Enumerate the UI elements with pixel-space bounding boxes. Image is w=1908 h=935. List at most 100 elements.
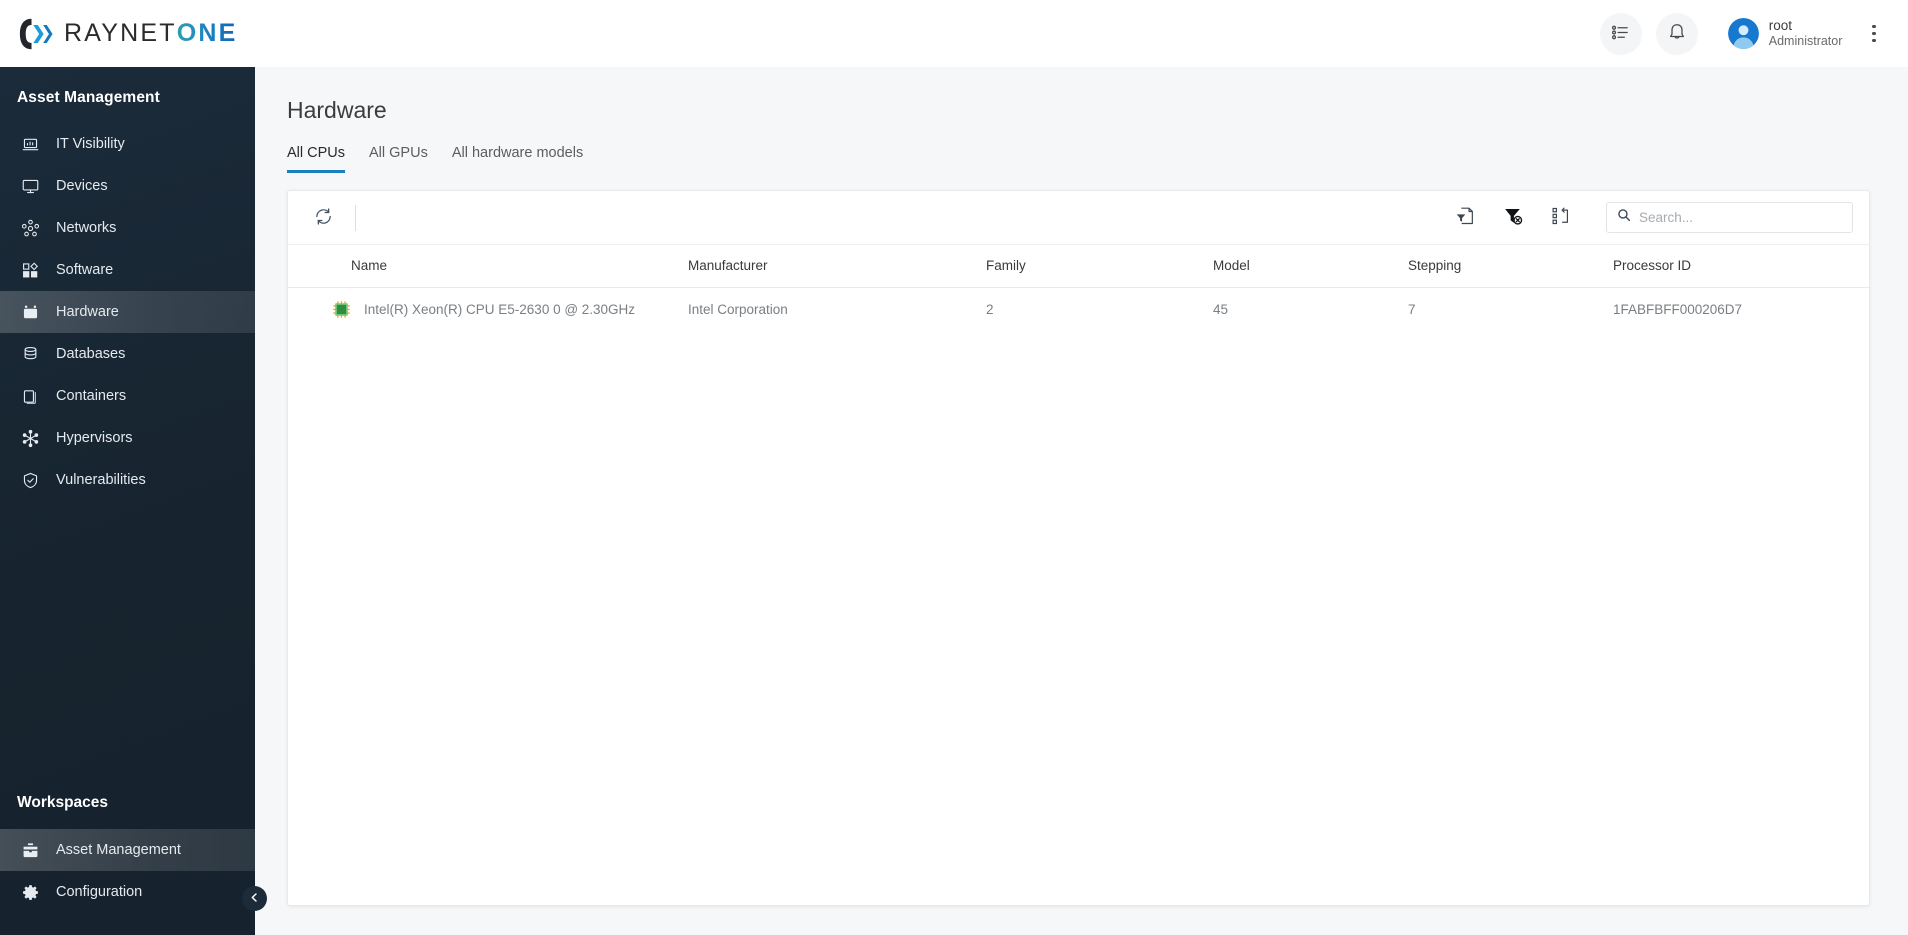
workspace-item-label: Configuration xyxy=(56,884,143,900)
tab-all-cpus[interactable]: All CPUs xyxy=(287,145,346,173)
column-header-processor-id[interactable]: Processor ID xyxy=(1613,244,1869,288)
gear-icon xyxy=(21,883,40,902)
sidebar-item-networks[interactable]: Networks xyxy=(0,207,255,249)
cpu-chip-icon xyxy=(333,301,350,318)
table-row[interactable]: Intel(R) Xeon(R) CPU E5-2630 0 @ 2.30GHz… xyxy=(288,288,1869,332)
task-list-icon xyxy=(1611,23,1630,45)
user-name: root xyxy=(1768,18,1793,34)
column-header-name[interactable]: Name xyxy=(288,244,688,288)
cell-name-text: Intel(R) Xeon(R) CPU E5-2630 0 @ 2.30GHz xyxy=(364,302,636,317)
sidebar-item-hypervisors[interactable]: Hypervisors xyxy=(0,417,255,459)
app-shell: Asset Management IT Visibility Devices N… xyxy=(0,67,1908,935)
tab-all-gpus[interactable]: All GPUs xyxy=(369,145,428,173)
column-header-manufacturer[interactable]: Manufacturer xyxy=(688,244,986,288)
cell-name: Intel(R) Xeon(R) CPU E5-2630 0 @ 2.30GHz xyxy=(288,288,688,332)
sidebar-item-hardware[interactable]: Hardware xyxy=(0,291,255,333)
hypervisor-icon xyxy=(21,429,40,448)
toolbar-left-group xyxy=(306,201,356,235)
shield-check-icon xyxy=(21,471,40,490)
clear-filter-button[interactable] xyxy=(1496,201,1530,235)
sidebar-item-label: Software xyxy=(56,262,114,278)
user-menu[interactable]: root Administrator xyxy=(1727,18,1843,49)
brand-name-primary: RAYNET xyxy=(64,19,177,47)
workspaces-list: Asset Management Configuration xyxy=(0,829,255,935)
sidebar-section-title: Asset Management xyxy=(17,89,160,106)
workspace-item-asset-management[interactable]: Asset Management xyxy=(0,829,255,871)
cell-model: 45 xyxy=(1213,302,1229,317)
sidebar-item-label: Containers xyxy=(56,388,127,404)
hardware-table: Name Manufacturer Family Model Stepping … xyxy=(288,244,1869,331)
brand-logo[interactable]: RAYNET ONE xyxy=(18,17,238,51)
column-settings-icon xyxy=(1550,205,1572,230)
filter-document-icon xyxy=(1454,205,1476,230)
notifications-button[interactable] xyxy=(1655,12,1698,55)
cell-manufacturer: Intel Corporation xyxy=(688,302,788,317)
search-icon xyxy=(1617,208,1631,227)
workspace-item-configuration[interactable]: Configuration xyxy=(0,871,255,913)
brand-name-accent: ONE xyxy=(176,19,238,47)
main-content: Hardware All CPUs All GPUs All hardware … xyxy=(255,67,1908,935)
search-input[interactable] xyxy=(1639,210,1842,225)
sidebar-item-devices[interactable]: Devices xyxy=(0,165,255,207)
table-toolbar xyxy=(288,191,1869,244)
column-header-stepping[interactable]: Stepping xyxy=(1408,244,1613,288)
sidebar-item-label: Hypervisors xyxy=(56,430,133,446)
cell-family: 2 xyxy=(986,302,994,317)
sidebar-item-vulnerabilities[interactable]: Vulnerabilities xyxy=(0,459,255,501)
page-title: Hardware xyxy=(287,97,387,123)
chevron-left-icon xyxy=(249,891,260,906)
raynet-logo-mark-icon xyxy=(18,17,54,51)
sidebar-item-containers[interactable]: Containers xyxy=(0,375,255,417)
cell-processor-id: 1FABFBFF000206D7 xyxy=(1613,302,1743,317)
table-header-row: Name Manufacturer Family Model Stepping … xyxy=(288,244,1869,288)
cell-name-content: Intel(R) Xeon(R) CPU E5-2630 0 @ 2.30GHz xyxy=(288,301,688,318)
toolbar-right-group xyxy=(1448,201,1853,235)
column-header-family[interactable]: Family xyxy=(986,244,1213,288)
workspaces-title: Workspaces xyxy=(17,794,109,811)
table-empty-area xyxy=(288,331,1869,905)
workspace-item-label: Asset Management xyxy=(56,842,181,858)
sidebar-item-it-visibility[interactable]: IT Visibility xyxy=(0,123,255,165)
sidebar-item-label: Hardware xyxy=(56,304,119,320)
sidebar: Asset Management IT Visibility Devices N… xyxy=(0,67,267,935)
search-field[interactable] xyxy=(1606,202,1853,233)
app-blocks-icon xyxy=(21,261,40,280)
tasks-button[interactable] xyxy=(1599,12,1642,55)
network-nodes-icon xyxy=(21,219,40,238)
briefcase-icon xyxy=(21,841,40,860)
cell-stepping: 7 xyxy=(1408,302,1416,317)
database-icon xyxy=(21,345,40,364)
user-role: Administrator xyxy=(1768,34,1843,49)
top-bar-actions: root Administrator xyxy=(1599,12,1886,55)
column-settings-button[interactable] xyxy=(1544,201,1578,235)
table-head: Name Manufacturer Family Model Stepping … xyxy=(288,244,1869,288)
sidebar-item-databases[interactable]: Databases xyxy=(0,333,255,375)
refresh-button[interactable] xyxy=(306,201,340,235)
hardware-case-icon xyxy=(21,303,40,322)
kebab-menu-icon[interactable] xyxy=(1862,17,1886,51)
sidebar-item-label: Databases xyxy=(56,346,126,362)
sidebar-item-label: Devices xyxy=(56,178,108,194)
top-bar: RAYNET ONE root Administrator xyxy=(0,0,1908,67)
table-body: Intel(R) Xeon(R) CPU E5-2630 0 @ 2.30GHz… xyxy=(288,288,1869,332)
toolbar-divider xyxy=(355,204,356,231)
refresh-icon xyxy=(313,206,334,230)
sidebar-nav-list: IT Visibility Devices Networks Software … xyxy=(0,123,255,501)
monitor-icon xyxy=(21,177,40,196)
user-identity: root Administrator xyxy=(1769,18,1843,49)
user-avatar-icon xyxy=(1727,18,1759,49)
tab-bar: All CPUs All GPUs All hardware models xyxy=(255,124,1870,173)
sidebar-item-label: IT Visibility xyxy=(56,136,125,152)
data-table-card: Name Manufacturer Family Model Stepping … xyxy=(287,190,1870,906)
sidebar-item-software[interactable]: Software xyxy=(0,249,255,291)
container-box-icon xyxy=(21,387,40,406)
sidebar-item-label: Vulnerabilities xyxy=(56,472,146,488)
laptop-chart-icon xyxy=(21,135,40,154)
column-header-model[interactable]: Model xyxy=(1213,244,1408,288)
tab-all-hardware-models[interactable]: All hardware models xyxy=(452,145,583,173)
filter-clear-icon xyxy=(1502,205,1524,230)
bell-icon xyxy=(1667,22,1687,45)
save-filter-button[interactable] xyxy=(1448,201,1482,235)
sidebar-collapse-button[interactable] xyxy=(242,886,267,911)
